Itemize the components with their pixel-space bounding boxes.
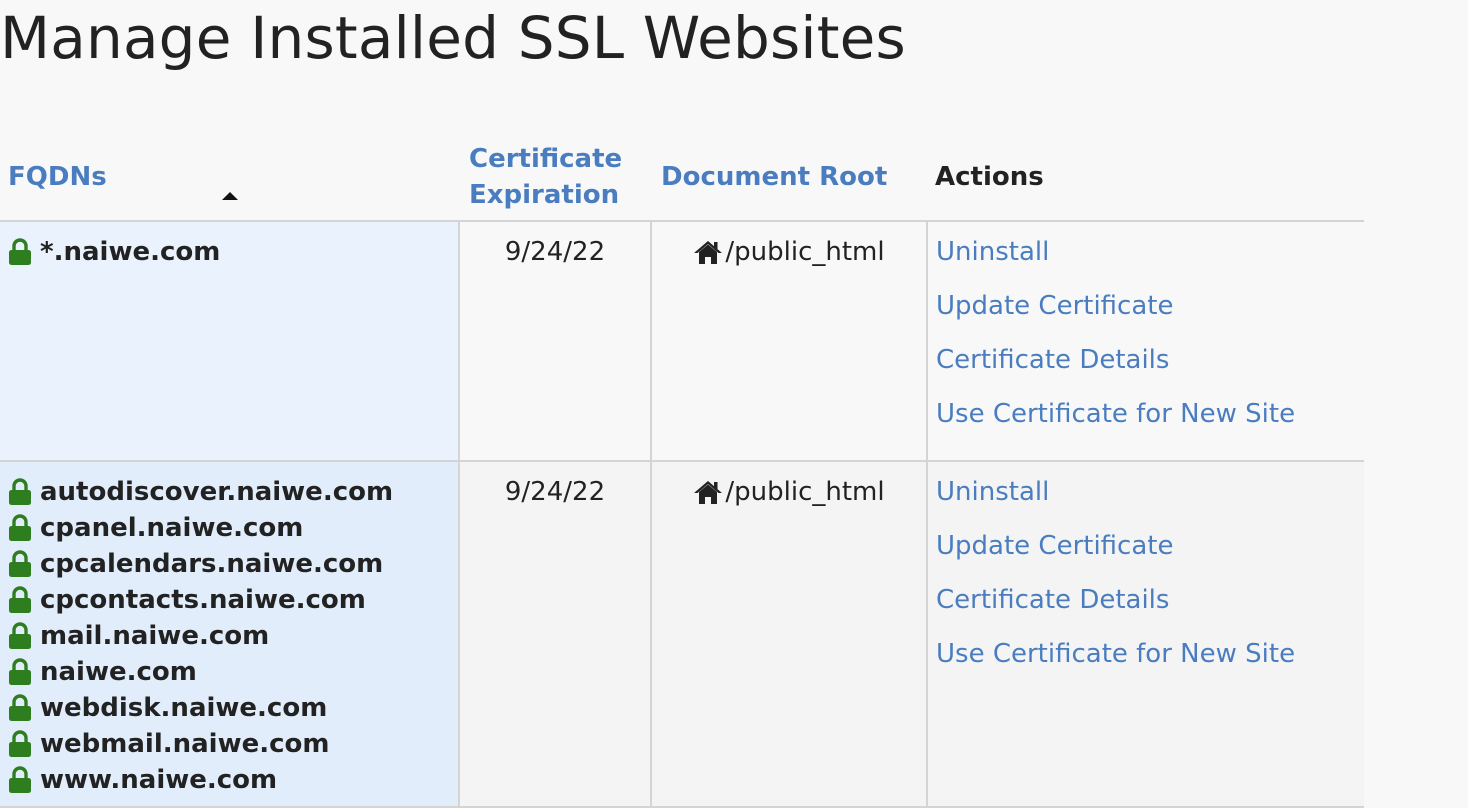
page-title: Manage Installed SSL Websites	[0, 4, 906, 72]
fqdn-text: cpcalendars.naiwe.com	[40, 549, 384, 579]
use-certificate-new-site-link[interactable]: Use Certificate for New Site	[936, 396, 1364, 450]
header-document-root: Document Root	[651, 134, 927, 222]
home-icon	[694, 241, 723, 264]
ssl-websites-table: FQDNs Certificate Expiration Document Ro…	[0, 134, 1364, 808]
header-actions: Actions	[927, 134, 1364, 222]
fqdn-item: www.naiwe.com	[8, 762, 458, 798]
use-certificate-new-site-link[interactable]: Use Certificate for New Site	[936, 636, 1364, 690]
header-fqdns: FQDNs	[0, 134, 459, 222]
table-header-row: FQDNs Certificate Expiration Document Ro…	[0, 134, 1364, 222]
sort-document-root-link[interactable]: Document Root	[661, 162, 887, 192]
sort-fqdns-link[interactable]: FQDNs	[8, 162, 107, 192]
lock-icon	[9, 730, 31, 757]
actions-cell: Uninstall Update Certificate Certificate…	[926, 221, 1364, 462]
lock-icon	[9, 586, 31, 613]
fqdn-item: mail.naiwe.com	[8, 618, 458, 654]
fqdn-text: autodiscover.naiwe.com	[40, 477, 394, 507]
certificate-details-link[interactable]: Certificate Details	[936, 342, 1364, 396]
lock-icon	[9, 550, 31, 577]
fqdn-item: autodiscover.naiwe.com	[8, 474, 458, 510]
actions-cell: Uninstall Update Certificate Certificate…	[926, 461, 1364, 808]
fqdn-text: webdisk.naiwe.com	[40, 693, 328, 723]
fqdn-text: cpanel.naiwe.com	[40, 513, 304, 543]
lock-icon	[9, 478, 31, 505]
document-root-path: /public_html	[725, 477, 885, 507]
home-icon	[694, 481, 723, 504]
certificate-details-link[interactable]: Certificate Details	[936, 582, 1364, 636]
expiration-cell: 9/24/22	[458, 461, 651, 808]
uninstall-link[interactable]: Uninstall	[936, 474, 1364, 528]
fqdn-text: *.naiwe.com	[40, 237, 221, 267]
expiration-cell: 9/24/22	[458, 221, 651, 462]
table-row: *.naiwe.com 9/24/22 /public_html Uninsta…	[0, 221, 1364, 462]
lock-icon	[9, 766, 31, 793]
lock-icon	[9, 694, 31, 721]
fqdn-text: www.naiwe.com	[40, 765, 278, 795]
uninstall-link[interactable]: Uninstall	[936, 234, 1364, 288]
fqdn-cell: autodiscover.naiwe.com cpanel.naiwe.com …	[0, 461, 459, 808]
fqdn-item: naiwe.com	[8, 654, 458, 690]
fqdn-item: webdisk.naiwe.com	[8, 690, 458, 726]
expiration-date: 9/24/22	[504, 237, 606, 267]
header-expiration: Certificate Expiration	[459, 134, 651, 222]
document-root-cell: /public_html	[650, 461, 927, 808]
expiration-date: 9/24/22	[504, 477, 606, 507]
fqdn-text: cpcontacts.naiwe.com	[40, 585, 366, 615]
lock-icon	[9, 514, 31, 541]
sort-ascending-icon	[222, 192, 238, 200]
fqdn-item: cpanel.naiwe.com	[8, 510, 458, 546]
fqdn-text: mail.naiwe.com	[40, 621, 270, 651]
table-row: autodiscover.naiwe.com cpanel.naiwe.com …	[0, 461, 1364, 808]
fqdn-item: cpcalendars.naiwe.com	[8, 546, 458, 582]
document-root-path: /public_html	[725, 237, 885, 267]
lock-icon	[9, 622, 31, 649]
fqdn-cell: *.naiwe.com	[0, 221, 459, 462]
document-root-cell: /public_html	[650, 221, 927, 462]
sort-expiration-link[interactable]: Certificate Expiration	[469, 144, 622, 210]
fqdn-item: webmail.naiwe.com	[8, 726, 458, 762]
fqdn-text: naiwe.com	[40, 657, 197, 687]
fqdn-item: cpcontacts.naiwe.com	[8, 582, 458, 618]
fqdn-item: *.naiwe.com	[8, 234, 458, 270]
update-certificate-link[interactable]: Update Certificate	[936, 288, 1364, 342]
update-certificate-link[interactable]: Update Certificate	[936, 528, 1364, 582]
lock-icon	[9, 238, 31, 265]
lock-icon	[9, 658, 31, 685]
fqdn-text: webmail.naiwe.com	[40, 729, 330, 759]
